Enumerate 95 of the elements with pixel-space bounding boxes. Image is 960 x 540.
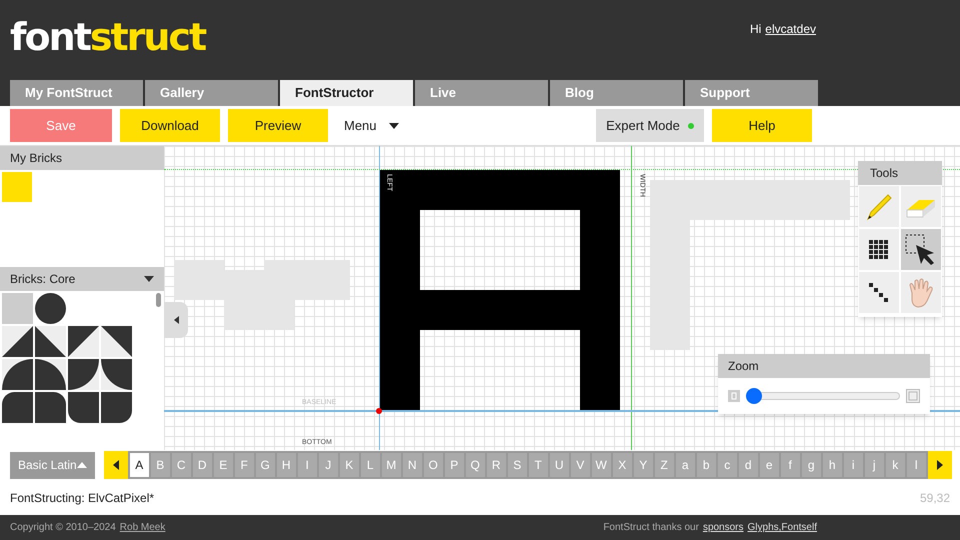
tool-button[interactable]	[901, 229, 941, 270]
author-link[interactable]: Rob Meek	[120, 520, 166, 535]
glyph-tab[interactable]: Y	[634, 453, 653, 477]
glyph-tab[interactable]: T	[528, 453, 548, 477]
glyph-tab[interactable]: H	[276, 453, 296, 477]
preview-button[interactable]: Preview	[228, 109, 328, 142]
panel-header: Zoom	[718, 354, 930, 378]
glyph-tab[interactable]: g	[802, 453, 821, 477]
thanks-text: FontStruct thanks our	[603, 521, 699, 535]
scrollbar-thumb[interactable]	[156, 293, 161, 307]
glyph-tab[interactable]: a	[676, 453, 695, 477]
next-glyphs-button[interactable]	[928, 451, 952, 479]
brick-icon[interactable]	[35, 293, 66, 324]
brick-icon[interactable]	[68, 392, 99, 423]
panel-header: Tools	[858, 161, 942, 185]
greeting-text: Hi	[750, 21, 762, 38]
glyph-tab[interactable]: E	[214, 453, 233, 477]
save-button[interactable]: Save	[10, 109, 112, 142]
glyph-tab[interactable]: i	[844, 453, 863, 477]
left-arrow-icon	[112, 460, 119, 470]
expert-mode-toggle[interactable]: Expert Mode	[596, 109, 704, 142]
dotted-line-icon	[868, 282, 890, 304]
username-link[interactable]: elvcatdev	[765, 20, 816, 38]
caret-icon	[388, 122, 399, 128]
glyph-tab[interactable]: K	[340, 453, 359, 477]
glyph-tab[interactable]: e	[760, 453, 779, 477]
glyph-tab[interactable]: R	[486, 453, 506, 477]
brick-icon[interactable]	[2, 326, 33, 357]
glyph-tab[interactable]: J	[318, 453, 338, 477]
pencil-icon	[864, 192, 894, 222]
glyph-tab[interactable]: I	[298, 453, 317, 477]
fontstruct-logo[interactable]: fontstruct	[10, 14, 206, 80]
nav-tab[interactable]: FontStructor	[280, 80, 413, 106]
menu-dropdown[interactable]: Menu	[336, 109, 407, 142]
glyph-tab[interactable]: b	[696, 453, 716, 477]
brick-icon[interactable]	[68, 359, 99, 390]
glyph-tab[interactable]: D	[192, 453, 212, 477]
glyph-tab[interactable]: k	[886, 453, 905, 477]
copyright-text: Copyright © 2010–2024	[10, 521, 116, 535]
collapse-sidebar-button[interactable]	[164, 302, 188, 338]
brick-icon[interactable]	[101, 392, 132, 423]
glyph-tab[interactable]: F	[234, 453, 254, 477]
glyph-tab[interactable]: M	[382, 453, 401, 477]
nav-tab[interactable]: Blog	[550, 80, 683, 106]
glyph-tab[interactable]: f	[780, 453, 800, 477]
glyph-tab[interactable]: B	[150, 453, 170, 477]
glyph-tab[interactable]: G	[256, 453, 275, 477]
brick-icon[interactable]	[35, 359, 66, 390]
brick-icon[interactable]	[35, 326, 66, 357]
glyph-tab[interactable]: O	[424, 453, 443, 477]
zoom-slider-thumb[interactable]	[746, 388, 762, 404]
nav-tab[interactable]: Gallery	[145, 80, 278, 106]
previous-glyphs-button[interactable]	[104, 451, 128, 479]
left-arrow-icon	[174, 316, 178, 324]
glyph-tab[interactable]: N	[402, 453, 422, 477]
cursor-coordinates: 59,32	[920, 490, 950, 506]
glyph-tab[interactable]: C	[172, 453, 191, 477]
help-button[interactable]: Help	[712, 109, 812, 142]
glyph-tab[interactable]: X	[612, 453, 632, 477]
glyph-tab[interactable]: d	[738, 453, 758, 477]
brick-swatch[interactable]	[2, 172, 32, 202]
status-text: FontStructing: ElvCatPixel*	[10, 490, 154, 506]
glyph-tab[interactable]: j	[864, 453, 884, 477]
glyph-tab[interactable]: Q	[466, 453, 485, 477]
sponsors-link[interactable]: sponsors	[702, 520, 744, 535]
glyph-tab[interactable]: c	[718, 453, 737, 477]
glyph-tab[interactable]: l	[906, 453, 926, 477]
nav-tab[interactable]: Support	[685, 80, 818, 106]
glyph-tab[interactable]: P	[444, 453, 464, 477]
glyph-tab[interactable]: S	[508, 453, 527, 477]
brick-icon[interactable]	[101, 359, 132, 390]
nav-tab[interactable]: Live	[415, 80, 548, 106]
tool-button[interactable]	[859, 229, 899, 270]
glyph-tab[interactable]: U	[550, 453, 569, 477]
download-button[interactable]: Download	[120, 109, 220, 142]
caret-icon[interactable]	[144, 276, 154, 282]
nav-tab[interactable]: My FontStruct	[10, 80, 143, 106]
glyph-tab[interactable]: Z	[654, 453, 674, 477]
brick-icon[interactable]	[68, 326, 99, 357]
right-arrow-icon	[936, 460, 943, 470]
brick-icon[interactable]	[35, 392, 66, 423]
glyph-tab[interactable]: A	[130, 453, 149, 477]
brick-icon[interactable]	[2, 359, 33, 390]
sponsor-names-link[interactable]: Glyphs,Fontself	[748, 520, 817, 535]
tool-button[interactable]	[859, 272, 899, 313]
caret-icon	[76, 462, 87, 468]
glyph-tab[interactable]: V	[570, 453, 590, 477]
grid-icon	[869, 240, 889, 260]
brick-icon[interactable]	[2, 392, 33, 423]
panel-header: My Bricks	[0, 146, 164, 170]
glyph-set-dropdown[interactable]: Basic Latin	[10, 452, 95, 478]
glyph-tab[interactable]: L	[360, 453, 380, 477]
glyph-tab[interactable]: W	[592, 453, 611, 477]
glyph-tab[interactable]: h	[822, 453, 842, 477]
brick-icon[interactable]	[101, 326, 132, 357]
